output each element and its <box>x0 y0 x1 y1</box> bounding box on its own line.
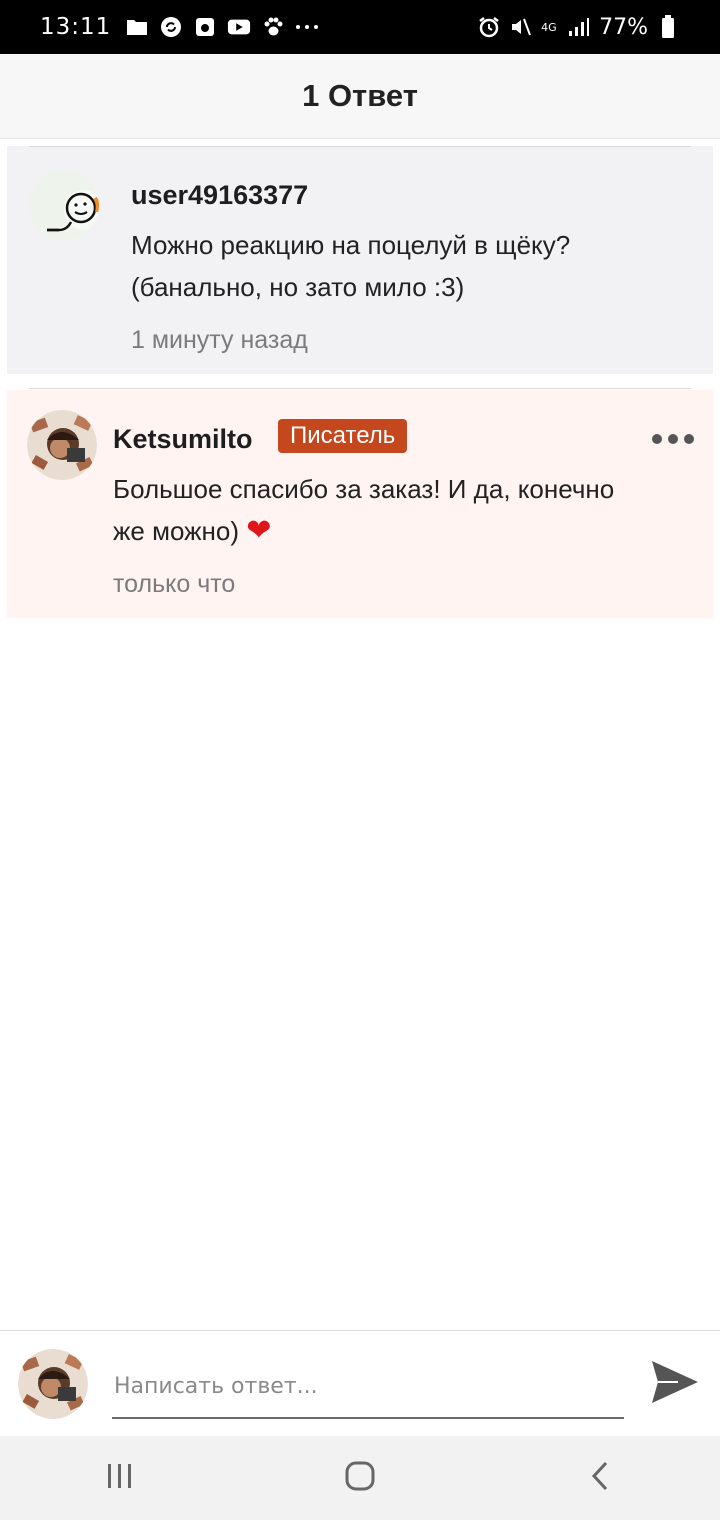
reply-bar <box>0 1330 720 1437</box>
sync-icon <box>159 15 183 39</box>
mute-icon <box>509 15 533 39</box>
original-comment: user49163377 Можно реакцию на поцелуй в … <box>7 146 713 374</box>
avatar[interactable] <box>29 170 99 240</box>
recents-icon <box>106 1463 134 1494</box>
back-icon <box>590 1461 610 1496</box>
divider <box>29 146 691 147</box>
send-button[interactable] <box>648 1357 702 1411</box>
comment-text: Большое спасибо за заказ! И да, конечно … <box>113 468 614 552</box>
home-button[interactable] <box>320 1448 400 1508</box>
battery-icon <box>656 15 680 39</box>
recents-button[interactable] <box>80 1448 160 1508</box>
comment-text-fragment: же можно) <box>113 516 239 546</box>
folder-icon <box>125 15 149 39</box>
writer-badge: Писатель <box>278 419 408 453</box>
youtube-icon <box>227 15 251 39</box>
home-icon <box>344 1460 376 1497</box>
reply-comment: Ketsumilto Писатель Большое спасибо за з… <box>7 388 713 618</box>
alarm-icon <box>477 15 501 39</box>
system-nav-bar <box>0 1436 720 1520</box>
send-icon <box>650 1359 700 1410</box>
comment-author[interactable]: user49163377 <box>131 180 308 211</box>
comment-text-line: же можно) ❤ <box>113 510 614 552</box>
back-button[interactable] <box>560 1448 640 1508</box>
page-header: 1 Ответ <box>0 54 720 139</box>
comment-author[interactable]: Ketsumilto <box>113 424 253 455</box>
comment-timestamp: только что <box>113 570 236 598</box>
comment-timestamp: 1 минуту назад <box>131 326 308 354</box>
more-dots-icon[interactable] <box>652 434 694 444</box>
paw-icon <box>261 15 285 39</box>
current-user-avatar <box>18 1349 88 1419</box>
page-title: 1 Ответ <box>302 78 418 113</box>
network-type: 4G <box>541 20 557 34</box>
status-time: 13:11 <box>40 14 112 40</box>
comment-text: Можно реакцию на поцелуй в щёку? (баналь… <box>131 224 570 308</box>
more-notifications-icon <box>295 15 319 39</box>
comment-text-line: Можно реакцию на поцелуй в щёку? <box>131 230 571 260</box>
divider <box>29 388 691 389</box>
heart-emoji: ❤ <box>246 514 272 547</box>
comment-text-line: Большое спасибо за заказ! И да, конечно <box>113 474 615 504</box>
camera-app-icon <box>193 15 217 39</box>
status-bar: 13:11 4G 77% <box>0 0 720 54</box>
avatar[interactable] <box>27 410 97 480</box>
battery-percent: 77% <box>599 14 648 40</box>
signal-icon <box>567 15 591 39</box>
comment-text-line: (банально, но зато мило :3) <box>131 272 465 302</box>
reply-input[interactable] <box>112 1355 624 1419</box>
